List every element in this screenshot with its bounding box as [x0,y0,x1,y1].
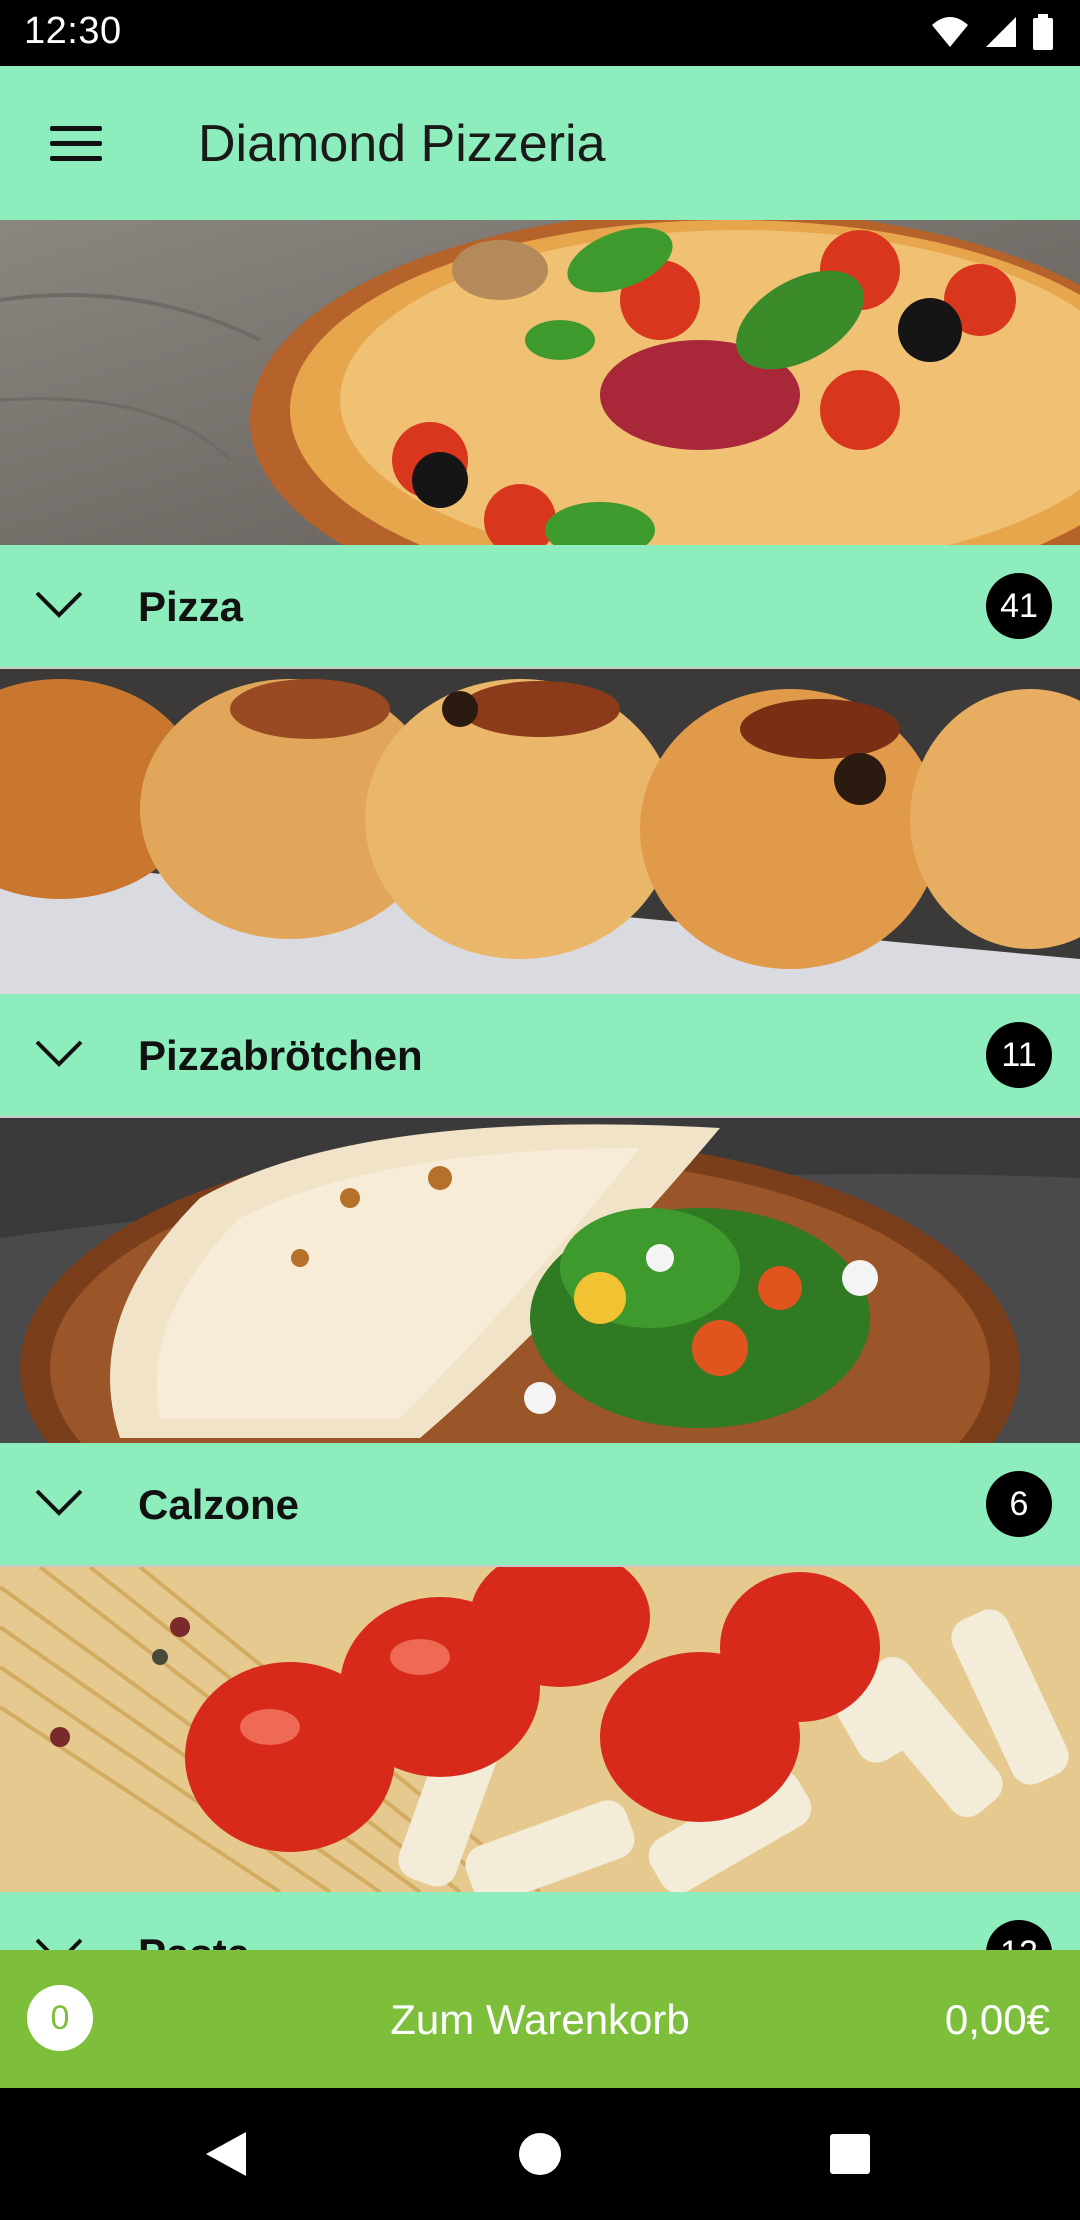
status-bar: 12:30 [0,0,1080,66]
category-count-badge: 41 [986,573,1052,639]
category-label: Pizzabrötchen [138,1032,423,1079]
cart-bar[interactable]: 0 Zum Warenkorb 0,00€ [0,1950,1080,2088]
category-header[interactable]: Pizza 41 [0,545,1080,669]
status-time: 12:30 [24,10,122,52]
recents-icon[interactable] [818,2122,882,2186]
category-label: Pizza [138,583,244,630]
app-title: Diamond Pizzeria [198,115,606,173]
chevron-down-icon [35,1040,83,1067]
category-header[interactable]: Pizzabrötchen 11 [0,994,1080,1118]
hamburger-menu-icon[interactable] [40,114,114,172]
chevron-down-icon [35,1489,83,1516]
category-count-badge: 11 [986,1022,1052,1088]
cart-total: 0,00€ [944,1996,1050,2043]
back-icon[interactable] [194,2122,258,2186]
category-header[interactable]: Calzone 6 [0,1443,1080,1567]
category-count-badge: 6 [986,1471,1052,1537]
pizza-rolls-photo [0,669,1080,994]
battery-icon [1033,14,1053,50]
pizza-photo [0,220,1080,545]
cart-button-label[interactable]: Zum Warenkorb [0,1996,1080,2044]
chevron-down-icon [35,591,83,618]
system-nav-bar [0,2088,1080,2220]
category-label: Calzone [138,1481,300,1528]
home-icon[interactable] [508,2122,572,2186]
pasta-photo [0,1567,1080,1892]
signal-icon [986,17,1016,47]
wifi-icon [932,17,968,47]
status-icons [930,14,1054,50]
calzone-photo [0,1118,1080,1443]
app-bar: Diamond Pizzeria [0,66,1080,220]
